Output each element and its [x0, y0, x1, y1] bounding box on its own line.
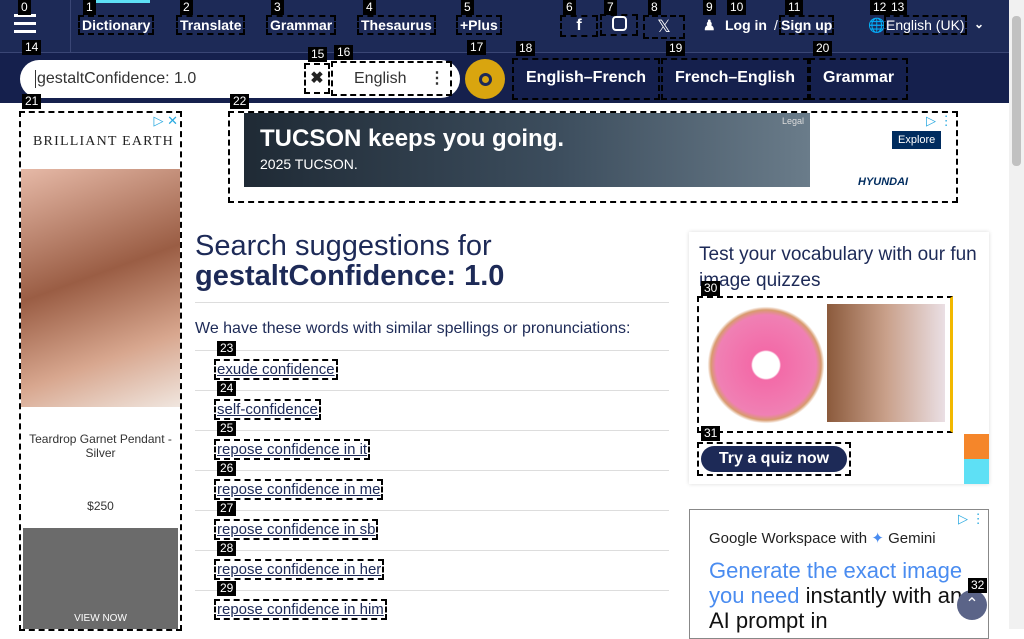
try-quiz-button[interactable]: Try a quiz now	[697, 442, 851, 476]
globe-icon: 🌐	[868, 17, 886, 33]
suggestion-link[interactable]: repose confidence in her	[214, 559, 385, 580]
quiz-title: Test your vocabulary with our fun image …	[699, 244, 977, 291]
list-item: repose confidence in sb	[195, 510, 669, 550]
suggestions-intro: We have these words with similar spellin…	[195, 320, 631, 337]
list-item: repose confidence in him	[195, 590, 669, 630]
suggestion-link[interactable]: self-confidence	[214, 399, 321, 420]
ad-headline: TUCSON keeps you going.	[260, 125, 565, 152]
slash: /	[774, 17, 778, 33]
search-icon	[478, 72, 492, 86]
nav-dictionary[interactable]: Dictionary	[77, 15, 155, 35]
cyan-tab[interactable]	[964, 459, 989, 484]
dictionary-selector[interactable]: English ⋮	[331, 61, 452, 96]
ad-brand: BRILLIANT EARTH	[33, 134, 174, 149]
dictionary-label: English	[354, 70, 407, 87]
nav-translate[interactable]: Translate	[175, 15, 246, 35]
right-ad[interactable]: ▷ ⋮ Google Workspace with ✦ Gemini Gener…	[689, 509, 989, 639]
search-field: gestaltConfidence: 1.0 ✖ English ⋮	[20, 60, 460, 98]
suggestion-link[interactable]: repose confidence in sb	[214, 519, 379, 540]
title-query: gestaltConfidence: 1.0	[195, 260, 505, 292]
language-selector[interactable]: English (UK)	[884, 15, 967, 35]
ad-car-banner: TUCSON keeps you going. 2025 TUCSON.	[244, 113, 810, 187]
list-item: self-confidence	[195, 390, 669, 430]
instagram-icon[interactable]	[600, 14, 638, 36]
ad-subline: 2025 TUCSON.	[260, 156, 358, 172]
ad-brand-text: Google Workspace with	[709, 530, 868, 547]
ad-legal[interactable]: Legal	[782, 116, 804, 126]
ad-price: $250	[87, 499, 114, 513]
link-french-english[interactable]: French–English	[660, 58, 810, 100]
title-prefix: Search suggestions for	[195, 230, 492, 262]
user-icon: ♟	[703, 17, 716, 33]
ad-hyundai-logo: HYUNDAI	[858, 176, 909, 188]
ad-brand-gemini: Gemini	[888, 530, 936, 547]
quiz-card: Test your vocabulary with our fun image …	[689, 232, 989, 484]
ad-product: Teardrop Garnet Pendant - Silver	[29, 432, 172, 460]
search-button[interactable]	[465, 59, 505, 99]
signup-link[interactable]: Sign up	[778, 15, 835, 35]
adchoices-icon[interactable]: ▷ ⋮	[926, 113, 953, 129]
ad-explore-button[interactable]: Explore	[892, 131, 942, 149]
ad-model-image	[21, 169, 180, 407]
divider	[70, 0, 71, 52]
left-ad[interactable]: ▷ ✕ BRILLIANT EARTH Teardrop Garnet Pend…	[19, 111, 182, 631]
adchoices-icon[interactable]: ▷ ✕	[153, 113, 178, 129]
quiz-image[interactable]	[697, 296, 953, 433]
facebook-icon[interactable]: f	[560, 15, 598, 37]
list-item: repose confidence in me	[195, 470, 669, 510]
link-english-french[interactable]: English–French	[511, 58, 661, 100]
search-bar: gestaltConfidence: 1.0 ✖ English ⋮ Engli…	[0, 52, 1009, 103]
clear-icon[interactable]: ✖	[304, 63, 330, 94]
top-ad[interactable]: TUCSON keeps you going. 2025 TUCSON. Leg…	[228, 111, 958, 203]
milkshake-image	[827, 304, 945, 422]
list-item: repose confidence in it	[195, 430, 669, 470]
try-quiz-label: Try a quiz now	[701, 446, 847, 472]
ad-brand: Google Workspace with ✦ Gemini	[709, 529, 936, 547]
scroll-top-button[interactable]: ⌃	[957, 590, 987, 620]
chevron-down-icon[interactable]: ⌄	[974, 17, 984, 31]
list-item: exude confidence	[195, 350, 669, 390]
nav-plus[interactable]: +Plus	[456, 15, 502, 35]
suggestion-link[interactable]: exude confidence	[214, 359, 338, 380]
nav-thesaurus[interactable]: Thesaurus	[357, 15, 436, 35]
suggestion-link[interactable]: repose confidence in me	[214, 479, 384, 500]
page-title: Search suggestions for gestaltConfidence…	[195, 231, 669, 291]
divider	[195, 302, 669, 303]
orange-tab[interactable]	[964, 434, 989, 459]
search-input[interactable]: gestaltConfidence: 1.0	[35, 70, 196, 88]
link-grammar[interactable]: Grammar	[808, 58, 909, 100]
menu-icon[interactable]	[14, 14, 36, 34]
scrollbar-thumb[interactable]	[1012, 16, 1021, 166]
top-header: Dictionary Translate Grammar Thesaurus +…	[0, 0, 1009, 52]
more-icon: ⋮	[429, 70, 445, 87]
donut-image	[707, 306, 825, 424]
login-link[interactable]: Log in	[725, 17, 767, 33]
ad-cta[interactable]: VIEW NOW	[21, 613, 180, 624]
active-indicator	[96, 0, 150, 3]
ad-body: Generate the exact image you need instan…	[709, 558, 969, 633]
x-icon[interactable]: 𝕏	[643, 15, 685, 39]
scrollbar[interactable]	[1009, 0, 1024, 629]
list-item: repose confidence in her	[195, 550, 669, 590]
gemini-icon: ✦	[871, 530, 884, 547]
adchoices-icon[interactable]: ▷ ⋮	[958, 511, 985, 527]
suggestion-link[interactable]: repose confidence in it	[214, 439, 371, 460]
nav-grammar[interactable]: Grammar	[265, 15, 337, 35]
suggestion-link[interactable]: repose confidence in him	[214, 599, 387, 620]
